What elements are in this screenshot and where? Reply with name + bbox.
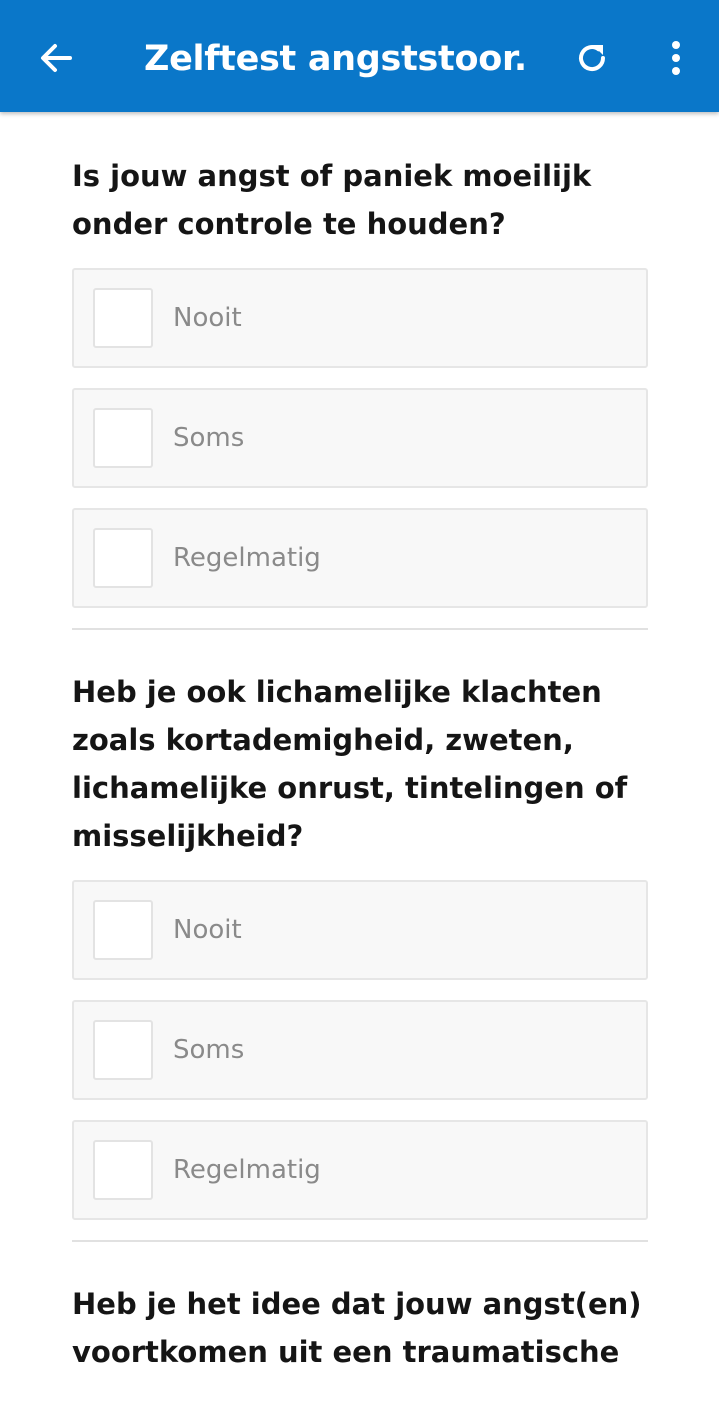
checkbox[interactable] bbox=[93, 900, 153, 960]
answer-options: Nooit Soms Regelmatig bbox=[72, 880, 648, 1220]
app-bar: Zelftest angststoor... bbox=[0, 0, 719, 112]
option-label: Nooit bbox=[173, 303, 242, 333]
question-block: Heb je ook lichamelijke klachten zoals k… bbox=[72, 630, 648, 1242]
refresh-button[interactable] bbox=[562, 28, 622, 88]
option-nooit[interactable]: Nooit bbox=[72, 880, 648, 980]
page-title: Zelftest angststoor... bbox=[144, 39, 524, 79]
back-button[interactable] bbox=[26, 28, 86, 88]
checkbox[interactable] bbox=[93, 1140, 153, 1200]
more-vertical-icon bbox=[672, 41, 680, 75]
option-soms[interactable]: Soms bbox=[72, 388, 648, 488]
checkbox[interactable] bbox=[93, 1020, 153, 1080]
option-regelmatig[interactable]: Regelmatig bbox=[72, 508, 648, 608]
question-block: Is jouw angst of paniek moeilijk onder c… bbox=[72, 112, 648, 630]
option-label: Nooit bbox=[173, 915, 242, 945]
question-text: Is jouw angst of paniek moeilijk onder c… bbox=[72, 159, 592, 241]
option-nooit[interactable]: Nooit bbox=[72, 268, 648, 368]
question-text: Heb je ook lichamelijke klachten zoals k… bbox=[72, 675, 628, 853]
option-label: Regelmatig bbox=[173, 543, 321, 573]
question-block: Heb je het idee dat jouw angst(en) voort… bbox=[72, 1242, 648, 1376]
option-regelmatig[interactable]: Regelmatig bbox=[72, 1120, 648, 1220]
option-label: Regelmatig bbox=[173, 1155, 321, 1185]
arrow-left-icon bbox=[41, 44, 72, 72]
checkbox[interactable] bbox=[93, 408, 153, 468]
answer-options: Nooit Soms Regelmatig bbox=[72, 268, 648, 608]
refresh-icon bbox=[579, 45, 606, 71]
checkbox[interactable] bbox=[93, 528, 153, 588]
checkbox[interactable] bbox=[93, 288, 153, 348]
option-soms[interactable]: Soms bbox=[72, 1000, 648, 1100]
more-options-button[interactable] bbox=[646, 28, 706, 88]
question-text: Heb je het idee dat jouw angst(en) voort… bbox=[72, 1287, 642, 1369]
option-label: Soms bbox=[173, 423, 245, 453]
option-label: Soms bbox=[173, 1035, 245, 1065]
questionnaire: Is jouw angst of paniek moeilijk onder c… bbox=[72, 112, 648, 1376]
